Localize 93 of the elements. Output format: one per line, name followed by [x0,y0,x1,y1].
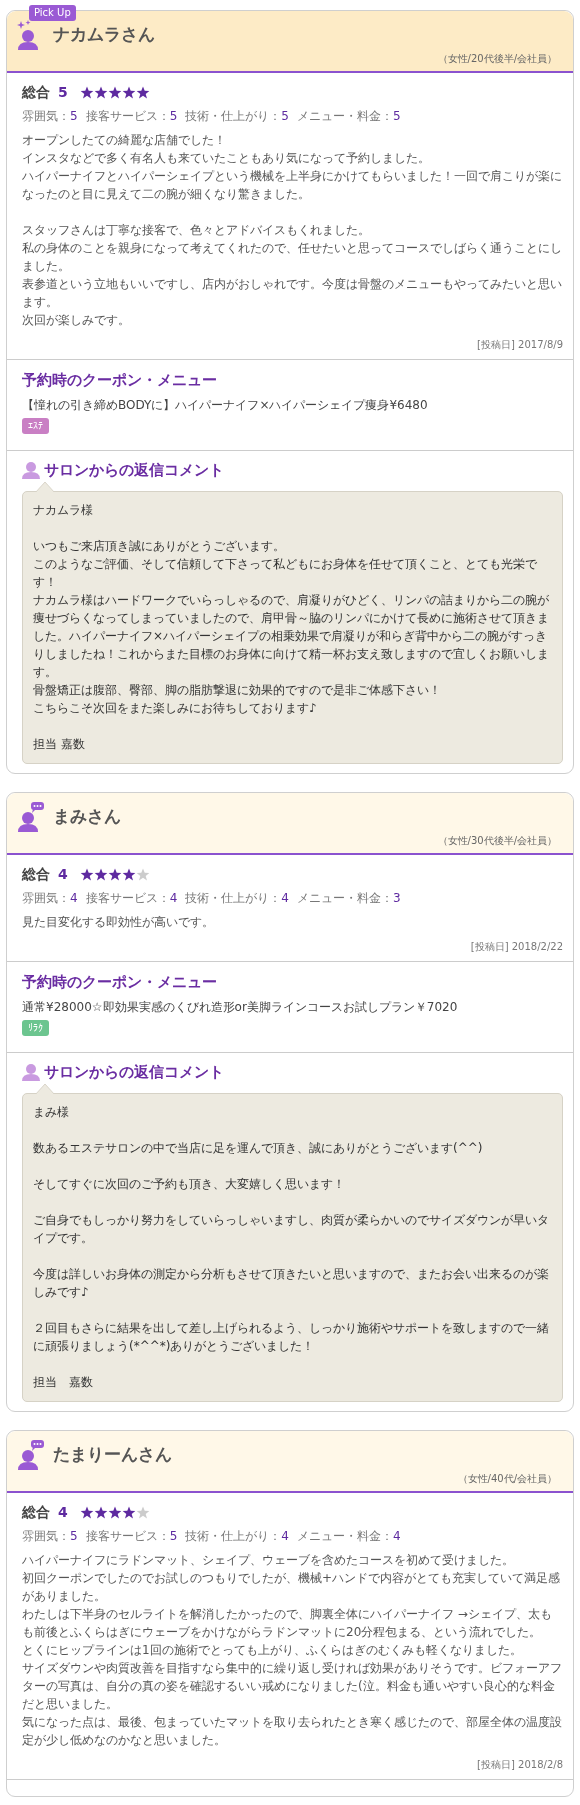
star-icon [107,86,122,99]
reviewer-profile: （女性/40代/会社員） [456,1472,557,1486]
rating-label: 技術・仕上がり： [185,109,282,123]
review-text: 気になった点は、最後、包まっていたマットを取り去られたとき寒く感じたので、部屋全体の温度設定が少し低めなのかなと思いました。 [22,1714,563,1749]
reviewer-icon [17,801,45,833]
review-text: ハイパーナイフにラドンマット、シェイプ、ウェーブを含めたコースを初めて受けました。 [22,1552,515,1569]
reply-text: このようなご評価、そして信頼して下さって私どもにお身体を任せて頂くこと、とても光栄です！ [33,556,538,591]
rating-value: 5 [70,1529,78,1543]
reply-text: ２回目もさらに結果を出して差し上げられるよう、しっかり施術やサポートを致しますので一緒に頑張りましょう(*^^*)ありがとうございました！ [33,1320,550,1355]
rating-label: メニュー・料金： [296,109,393,123]
reviewer-icon [17,1439,45,1471]
rating-label: メニュー・料金： [296,1529,393,1543]
section-title: 予約時のクーポン・メニュー [22,972,218,993]
review-text: オープンしたての綺麗な店舗でした！ [22,132,227,149]
rating-value: 4 [169,891,178,905]
category-tag: ｴｽﾃ [22,417,49,434]
section-title: 予約時のクーポン・メニュー [22,370,218,391]
review-text: サイズダウンや肉質改善を目指すなら集中的に繰り返し受ければ効果がありそうです。ビフォーアフターの写真は、自分の真の姿を確認するいい戒めになりました(泣。料金も通いやすい良心的な料金だと思いました。 [22,1660,563,1713]
star-icon [121,1506,136,1519]
reply-text: まみ様 [33,1104,70,1121]
reviewer-profile: （女性/20代後半/会社員） [436,52,557,66]
reply-text: いつもご来店頂き誠にありがとうございます。 [33,538,286,555]
reply-text: 数あるエステサロンの中で当店に足を運んで頂き、誠にありがとうございます(^^) [33,1140,484,1157]
overall-label: 総合 [22,83,50,102]
rating-value: 3 [392,891,401,905]
rating-label: 技術・仕上がり： [185,1529,282,1543]
rating-label: 雰囲気： [22,109,70,123]
review-text: 次回が楽しみです。 [22,312,131,329]
overall-score: 5 [58,83,68,102]
reviewer-name: まみさん [53,805,121,829]
review-text: ハイパーナイフとハイパーシェイプという機械を上半身にかけてもらいました！一回で肩こりが楽になったのと目に見えて二の腕が細くなり驚きました。 [22,168,563,203]
rating-value: 4 [70,891,78,905]
review-text: 私の身体のことを親身になって考えてくれたので、任せたいと思ってコースでしばらく通うことにしました。 [22,240,563,275]
reply-text: 今度は詳しいお身体の測定から分析もさせて頂きたいと思いますので、またお会い出来るのが楽しみです♪ [33,1266,550,1301]
reviewer-profile: （女性/30代後半/会社員） [436,834,557,848]
star-icon [93,1506,108,1519]
rating-value: 5 [169,1529,178,1543]
salon-icon [22,1062,40,1081]
rating-value: 5 [392,109,401,123]
reply-text: ナカムラ様はハードワークでいらっしゃるので、肩凝りがひどく、リンパの詰まりから二の腕が痩せづらくなってしまっていましたので、肩甲骨～脇のリンパにかけて長めに施術させて頂きました。ハイパーナイフ×ハイパーシェイプの相乗効果で肩凝りが和らぎ背中から二の腕がすっきりしましたね！これからまた目標のお身体に向けて精一杯お支え致しますので宜しくお願いします。 [33,592,550,681]
salon-icon [22,460,40,479]
rating-label: 接客サービス： [85,891,170,905]
rating-value: 5 [281,109,289,123]
reply-text: そしてすぐに次回のご予約も頂き、大変嬉しく思います！ [33,1176,346,1193]
rating-value: 4 [392,1529,401,1543]
rating-value: 5 [70,109,78,123]
star-icon [93,86,108,99]
star-icon [107,868,122,881]
reply-text: 担当 嘉数 [33,736,86,753]
coupon-text: 通常¥28000☆即効果実感のくびれ造形or美脚ラインコースお試しプラン￥7020 [22,998,459,1016]
post-date: [投稿日] 2018/2/8 [476,1758,563,1772]
overall-score: 4 [58,865,68,884]
rating-label: メニュー・料金： [296,891,393,905]
star-icon [121,86,136,99]
coupon-text: 【憧れの引き締めBODYに】ハイパーナイフ×ハイパーシェイプ痩身¥6480 [22,396,429,414]
review-text: 初回クーポンでしたのでお試しのつもりでしたが、機械+ハンドで内容がとても充実していて満足感がありました。 [22,1570,562,1605]
review-text: スタッフさんは丁寧な接客で、色々とアドバイスもくれました。 [22,222,371,239]
review-text: 表参道という立地もいいですし、店内がおしゃれです。今度は骨盤のメニューもやってみたいと思います。 [22,276,563,311]
pick-up-badge: Pick Up [29,5,76,21]
rating-label: 接客サービス： [85,109,170,123]
review-text: とくにヒップラインは1回の施術でとっても上がり、ふくらはぎのむくみも軽くなりました。 [22,1642,523,1659]
reviewer-name: ナカムラさん [53,23,155,47]
rating-value: 5 [169,109,178,123]
star-icon [93,868,108,881]
rating-value: 4 [281,891,289,905]
overall-score: 4 [58,1503,68,1522]
rating-label: 雰囲気： [22,891,70,905]
reply-text: 骨盤矯正は腹部、臀部、脚の脂肪撃退に効果的ですので是非ご体感下さい！ [33,682,442,699]
star-icon [107,1506,122,1519]
overall-label: 総合 [22,865,50,884]
category-tag: ﾘﾗｸ [22,1019,49,1036]
review-text: 見た目変化する即効性が高いです。 [22,914,215,931]
rating-label: 雰囲気： [22,1529,70,1543]
star-icon [79,1506,94,1519]
review-text: わたしは下半身のセルライトを解消したかったので、脚裏全体にハイパーナイフ →シェイプ、太もも前後とふくらはぎにウェーブをかけながらラドンマットに20分程包まる、という流れでした。 [22,1606,553,1641]
post-date: [投稿日] 2018/2/22 [469,940,563,954]
reply-text: ナカムラ様 [33,502,94,519]
star-icon [135,86,150,99]
rating-value: 4 [281,1529,289,1543]
reviewer-name: たまりーんさん [53,1443,172,1467]
post-date: [投稿日] 2017/8/9 [476,338,563,352]
rating-label: 技術・仕上がり： [185,891,282,905]
reply-text: こちらこそ次回をまた楽しみにお待ちしております♪ [33,700,318,717]
reply-text: ご自身でもしっかり努力をしていらっしゃいますし、肉質が柔らかいのでサイズダウンが早いタイプです。 [33,1212,550,1247]
star-icon [79,86,94,99]
section-title: サロンからの返信コメント [44,459,224,481]
star-icon [79,868,94,881]
overall-label: 総合 [22,1503,50,1522]
star-icon [121,868,136,881]
rating-label: 接客サービス： [85,1529,170,1543]
reply-text: 担当 嘉数 [33,1374,94,1391]
review-text: インスタなどで多く有名人も来ていたこともあり気になって予約しました。 [22,150,431,167]
section-title: サロンからの返信コメント [44,1061,224,1083]
